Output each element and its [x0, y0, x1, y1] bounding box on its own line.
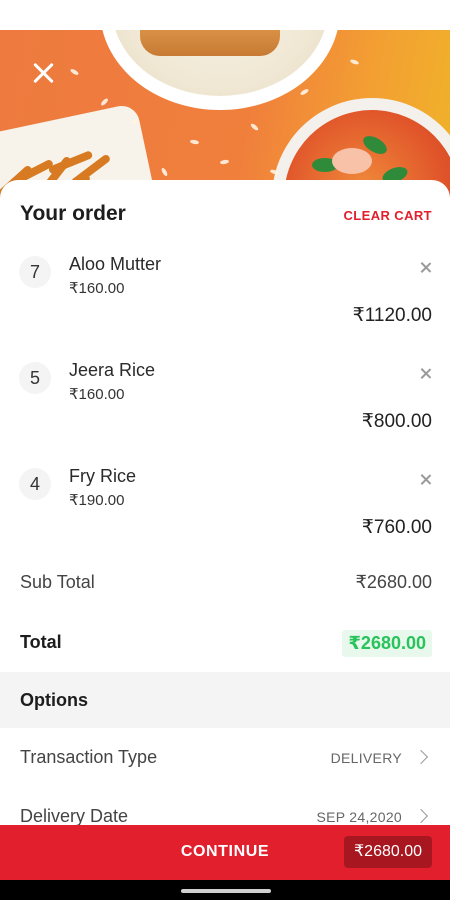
option-value: DELIVERY	[330, 750, 402, 766]
option-value: SEP 24,2020	[316, 809, 402, 825]
cart-item: 7 Aloo Mutter ₹160.00 ₹1120.00	[0, 250, 450, 356]
subtotal-row: Sub Total ₹2680.00	[20, 572, 432, 598]
item-line-total: ₹1120.00	[352, 305, 432, 326]
item-line-total: ₹760.00	[361, 517, 432, 538]
options-title: Options	[20, 690, 88, 710]
transaction-type-row[interactable]: Transaction Type DELIVERY	[20, 747, 432, 777]
quantity-badge: 7	[19, 256, 51, 288]
quantity-badge: 4	[19, 468, 51, 500]
item-unit-price: ₹160.00	[69, 386, 125, 403]
home-handle[interactable]	[181, 889, 271, 893]
chevron-right-icon	[413, 749, 429, 765]
subtotal-value: ₹2680.00	[355, 572, 432, 592]
item-unit-price: ₹190.00	[69, 492, 125, 509]
hero-food-image	[0, 30, 450, 200]
total-value: ₹2680.00	[342, 630, 432, 657]
chevron-right-icon	[413, 808, 429, 824]
option-label: Delivery Date	[20, 806, 129, 825]
close-icon[interactable]	[26, 56, 60, 90]
cart-item: 5 Jeera Rice ₹160.00 ₹800.00	[0, 356, 450, 462]
total-row: Total ₹2680.00	[20, 630, 432, 658]
system-nav-bar	[0, 880, 450, 900]
item-unit-price: ₹160.00	[69, 280, 125, 297]
delivery-date-row[interactable]: Delivery Date SEP 24,2020	[20, 806, 432, 825]
remove-item-icon[interactable]	[416, 364, 436, 384]
cart-item: 4 Fry Rice ₹190.00 ₹760.00	[0, 462, 450, 568]
clear-cart-button[interactable]: CLEAR CART	[344, 208, 433, 223]
item-name: Jeera Rice	[69, 360, 156, 380]
options-section-header: Options	[0, 672, 450, 728]
subtotal-label: Sub Total	[20, 572, 95, 592]
continue-button[interactable]: CONTINUE ₹2680.00	[0, 825, 450, 880]
remove-item-icon[interactable]	[416, 470, 436, 490]
quantity-badge: 5	[19, 362, 51, 394]
rice-plate-image	[100, 30, 340, 110]
item-name: Fry Rice	[69, 466, 136, 486]
order-sheet: Your order CLEAR CART 7 Aloo Mutter ₹160…	[0, 180, 450, 825]
status-bar	[0, 0, 450, 30]
total-label: Total	[20, 632, 62, 652]
continue-price-badge: ₹2680.00	[343, 836, 432, 868]
order-header: Your order CLEAR CART	[20, 202, 432, 232]
item-line-total: ₹800.00	[361, 411, 432, 432]
remove-item-icon[interactable]	[416, 258, 436, 278]
option-label: Transaction Type	[20, 747, 158, 767]
page-title: Your order	[20, 202, 126, 225]
item-name: Aloo Mutter	[69, 254, 162, 274]
